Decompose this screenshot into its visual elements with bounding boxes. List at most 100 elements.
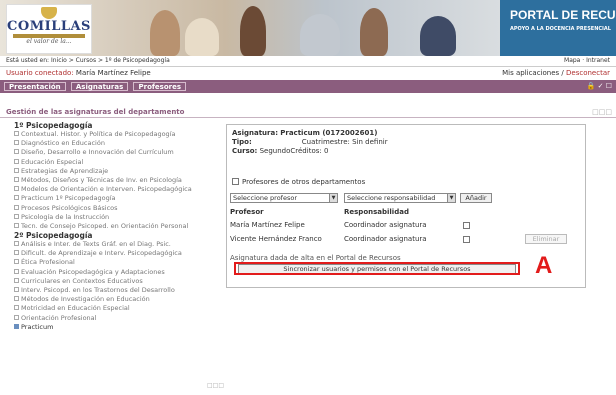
responsabilidad-select-value: Seleccione responsabilidad: [347, 194, 436, 202]
sidebar-item-label: Métodos de Investigación en Educación: [21, 295, 150, 304]
sidebar-item-label: Motricidad en Educación Especial: [21, 304, 130, 313]
row-checkbox[interactable]: [463, 222, 470, 229]
portal-banner[interactable]: PORTAL DE RECURSOS APOYO A LA DOCENCIA P…: [500, 0, 616, 56]
sidebar-item-label: Análisis e Inter. de Texts Gráf. en el D…: [21, 240, 171, 249]
sidebar-item-label: Diseño, Desarrollo e Innovación del Curr…: [21, 148, 174, 157]
sidebar-item[interactable]: Procesos Psicológicos Básicos: [14, 204, 224, 213]
delete-button[interactable]: Eliminar: [525, 234, 567, 244]
asignatura-value: Practicum (0172002601): [280, 129, 378, 137]
row-profesor: Vicente Hernández Franco: [230, 235, 322, 243]
sidebar-item-label: Ética Profesional: [21, 258, 75, 267]
highlight-box: [234, 262, 520, 275]
sidebar-item[interactable]: Psicología de la Instrucción: [14, 213, 224, 222]
checkbox-icon: [14, 305, 19, 311]
otros-checkbox[interactable]: [232, 178, 239, 185]
sidebar-item[interactable]: Interv. Psicopd. en los Trastornos del D…: [14, 286, 224, 295]
profesor-select[interactable]: Seleccione profesor ▼: [230, 193, 338, 203]
sidebar-item-label: Evaluación Psicopedagógica y Adaptacione…: [21, 267, 165, 276]
cuatrimestre-value: Cuatrimestre: Sin definir: [301, 138, 388, 146]
sidebar-item[interactable]: Diagnóstico en Educación: [14, 139, 224, 148]
sidebar-item-label: Psicología de la Instrucción: [21, 212, 110, 221]
logo-motto: el valor de la...: [26, 38, 72, 45]
sidebar-item[interactable]: Tecn. de Consejo Psicoped. en Orientació…: [14, 222, 224, 231]
user-links: Mis aplicaciones / Desconectar: [502, 69, 610, 77]
checkbox-icon: [14, 204, 19, 210]
sidebar-item-label: Curriculares en Contextos Educativos: [21, 276, 143, 285]
tab-profesores[interactable]: Profesores: [133, 82, 187, 91]
checkbox-icon: [14, 268, 19, 274]
toolbar-icons[interactable]: 🔒 ✓ ☐: [587, 82, 612, 90]
checkbox-icon: [14, 250, 19, 256]
checkbox-icon: [14, 323, 19, 329]
portal-title: PORTAL DE RECURSOS: [510, 8, 616, 22]
dropdown-arrow-icon: ▼: [329, 194, 337, 202]
otros-label: Profesores de otros departamentos: [242, 178, 366, 186]
row-responsabilidad: Coordinador asignatura: [344, 221, 427, 229]
window-controls-icon[interactable]: □□□: [592, 108, 612, 116]
checkbox-icon: [14, 176, 19, 182]
checkbox-icon: [14, 296, 19, 302]
responsabilidad-select[interactable]: Seleccione responsabilidad ▼: [344, 193, 456, 203]
sidebar-item[interactable]: Análisis e Inter. de Texts Gráf. en el D…: [14, 240, 224, 249]
checkbox-icon: [14, 158, 19, 164]
top-links[interactable]: Mapa · Intranet: [564, 57, 610, 64]
tab-presentacion[interactable]: Presentación: [4, 82, 66, 91]
sidebar-item[interactable]: Modelos de Orientación e Interven. Psico…: [14, 185, 224, 194]
sidebar-item[interactable]: Practicum 1º Psicopedagogía: [14, 194, 224, 203]
sidebar-item[interactable]: Ética Profesional: [14, 258, 224, 267]
sidebar-item[interactable]: Diseño, Desarrollo e Innovación del Curr…: [14, 148, 224, 157]
sidebar-item-active[interactable]: Practicum: [14, 323, 224, 332]
sidebar-item[interactable]: Métodos de Investigación en Educación: [14, 295, 224, 304]
column-responsabilidad: Responsabilidad: [344, 208, 409, 216]
sidebar-item-label: Estrategias de Aprendizaje: [21, 166, 109, 175]
sidebar-item-label: Contextual. Histor. y Política de Psicop…: [21, 130, 176, 138]
more-icon[interactable]: □□□: [207, 382, 224, 389]
row-profesor: María Martínez Felipe: [230, 221, 305, 229]
tab-bar: Presentación Asignaturas Profesores 🔒 ✓ …: [0, 80, 616, 93]
asignatura-label: Asignatura:: [232, 129, 279, 137]
my-apps-link[interactable]: Mis aplicaciones /: [502, 69, 564, 77]
breadcrumb-path[interactable]: Está usted en: Inicio > Cursos > 1º de P…: [6, 57, 170, 64]
sidebar-item[interactable]: Curriculares en Contextos Educativos: [14, 277, 224, 286]
checkbox-icon: [14, 213, 19, 219]
sidebar-item-label: Orientación Profesional: [21, 313, 97, 322]
sidebar-item[interactable]: Métodos, Diseños y Técnicas de Inv. en P…: [14, 176, 224, 185]
checkbox-icon: [14, 149, 19, 155]
checkbox-icon: [14, 140, 19, 146]
curso-value: SegundoCréditos: 0: [259, 147, 329, 155]
checkbox-icon: [14, 167, 19, 173]
sidebar-item-label: Interv. Psicopd. en los Trastornos del D…: [21, 286, 175, 294]
sidebar-item[interactable]: Contextual. Histor. y Política de Psicop…: [14, 130, 224, 139]
sync-note: Asignatura dada de alta en el Portal de …: [230, 254, 401, 262]
sidebar-item[interactable]: Estrategias de Aprendizaje: [14, 167, 224, 176]
sidebar-item[interactable]: Educación Especial: [14, 158, 224, 167]
sidebar-item[interactable]: Orientación Profesional: [14, 314, 224, 323]
sidebar-item-label: Practicum: [21, 322, 54, 331]
sidebar-item-label: Procesos Psicológicos Básicos: [21, 203, 118, 212]
university-logo[interactable]: COMILLAS el valor de la...: [6, 4, 92, 54]
user-name: María Martínez Felipe: [75, 69, 151, 77]
breadcrumb: Está usted en: Inicio > Cursos > 1º de P…: [0, 56, 616, 65]
checkbox-icon: [14, 131, 19, 136]
portal-subtitle: APOYO A LA DOCENCIA PRESENCIAL: [510, 26, 611, 32]
logo-name: COMILLAS: [7, 19, 91, 34]
otros-departamentos-option[interactable]: Profesores de otros departamentos: [232, 178, 365, 186]
checkbox-icon: [14, 259, 19, 265]
section-header: Gestión de las asignaturas del departame…: [0, 108, 616, 118]
section-title: Gestión de las asignaturas del departame…: [6, 108, 185, 116]
sidebar-item[interactable]: Motricidad en Educación Especial: [14, 304, 224, 313]
add-button[interactable]: Añadir: [460, 193, 492, 203]
sidebar-item-label: Modelos de Orientación e Interven. Psico…: [21, 185, 192, 194]
sidebar-item-label: Practicum 1º Psicopedagogía: [21, 194, 116, 203]
checkbox-icon: [14, 195, 19, 201]
sidebar-group-2: 2º Psicopedagogía: [14, 231, 93, 241]
user-bar: Usuario conectado: María Martínez Felipe…: [0, 66, 616, 78]
logout-link[interactable]: Desconectar: [566, 69, 610, 77]
tab-asignaturas[interactable]: Asignaturas: [70, 82, 129, 91]
tipo-label: Tipo:: [232, 138, 252, 146]
sidebar-item[interactable]: Evaluación Psicopedagógica y Adaptacione…: [14, 268, 224, 277]
sidebar-item-label: Dificult. de Aprendizaje e Interv. Psico…: [21, 249, 182, 258]
row-checkbox[interactable]: [463, 236, 470, 243]
crest-icon: [41, 7, 57, 19]
checkbox-icon: [14, 277, 19, 283]
